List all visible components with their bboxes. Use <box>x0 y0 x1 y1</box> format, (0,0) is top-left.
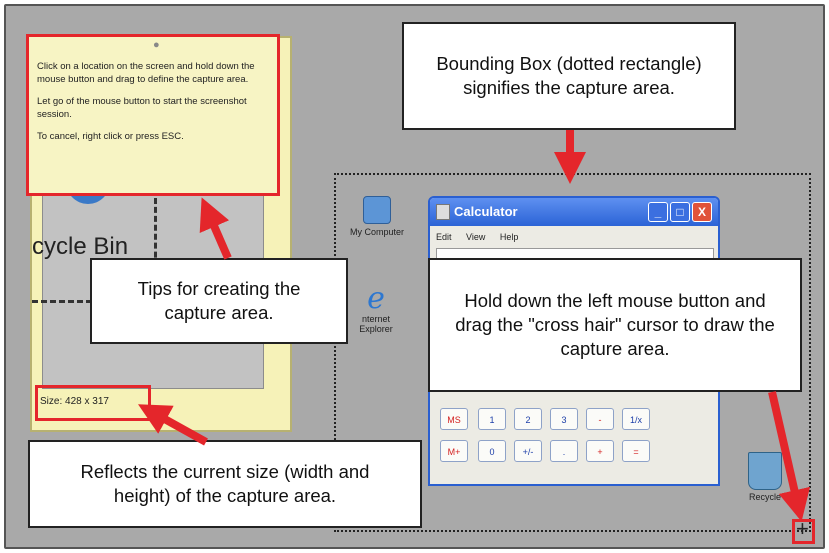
cursor-highlight <box>792 519 815 544</box>
annotation-arrows <box>138 130 811 522</box>
arrow-to-size-readout <box>138 404 208 446</box>
arrow-to-tips-panel <box>199 197 232 260</box>
arrow-to-cursor <box>768 391 811 522</box>
